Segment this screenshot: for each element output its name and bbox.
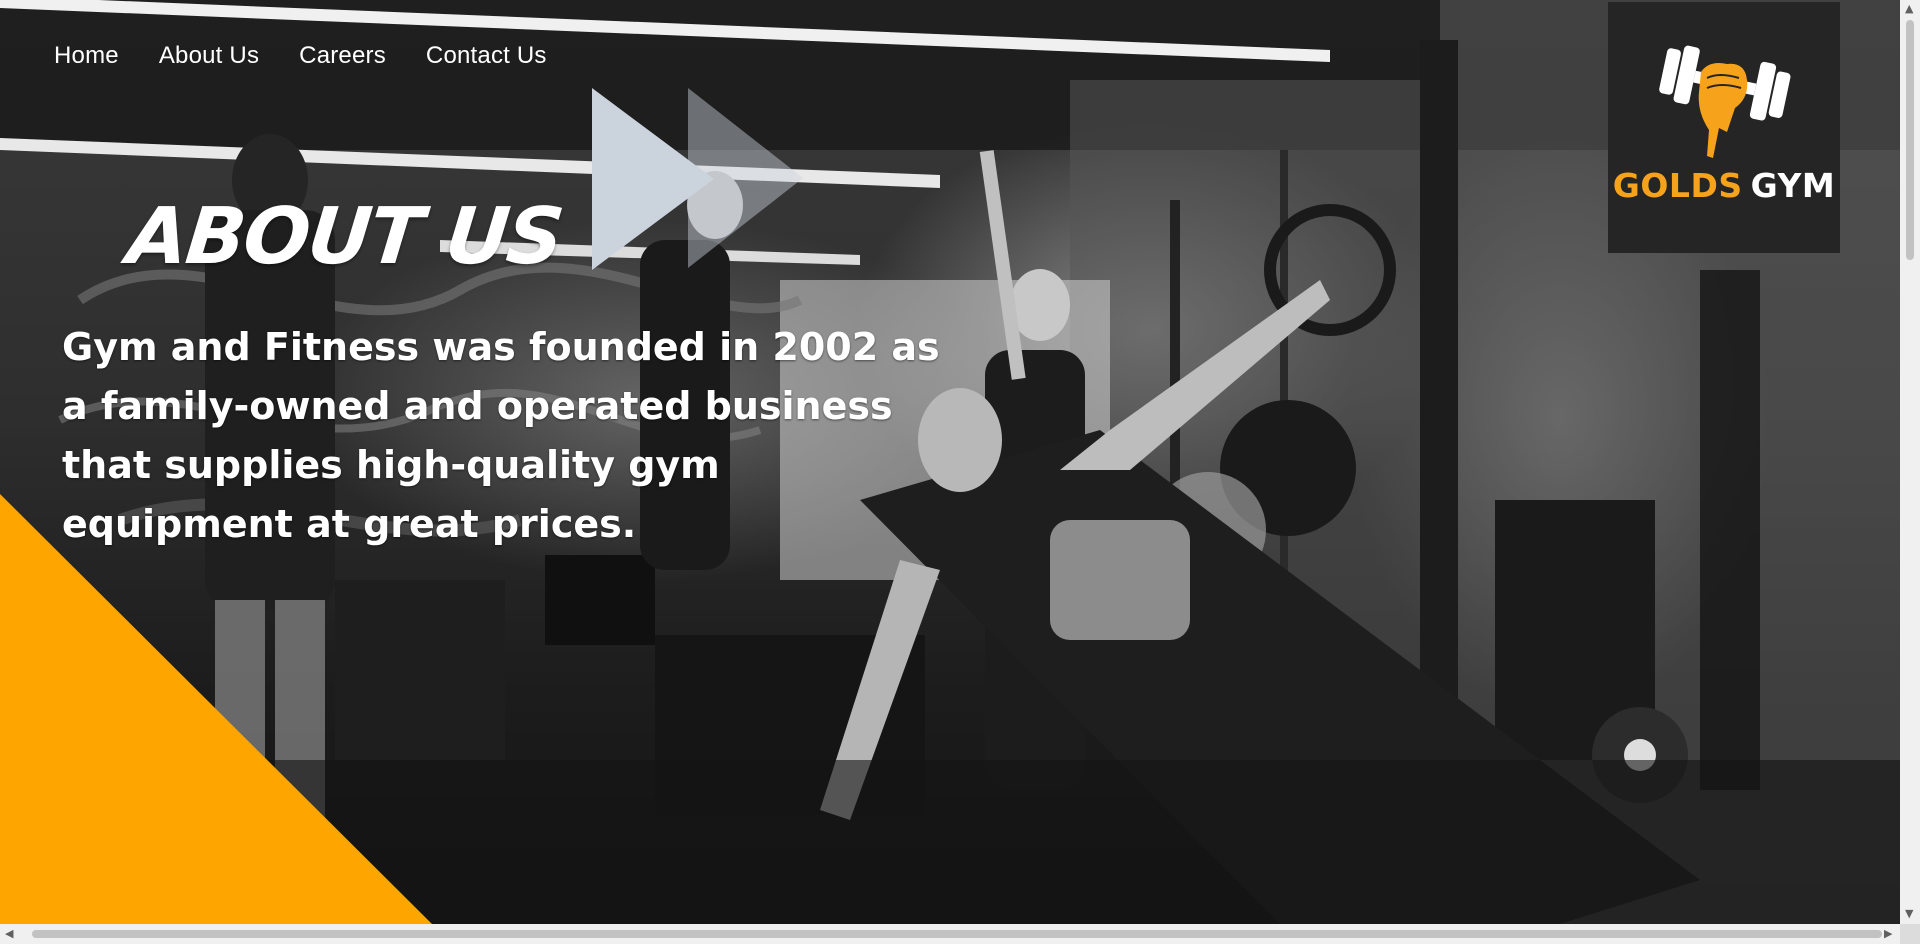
chevron-right-icon[interactable]: ▶ <box>1884 928 1892 940</box>
horizontal-scroll-thumb[interactable] <box>32 930 1882 938</box>
logo-word-golds: GOLDS <box>1612 166 1743 205</box>
chevron-left-icon[interactable]: ◀ <box>5 928 13 940</box>
page-title: ABOUT US <box>123 192 567 282</box>
nav-link-home[interactable]: Home <box>54 42 119 70</box>
nav-link-careers[interactable]: Careers <box>299 42 386 70</box>
vertical-scroll-thumb[interactable] <box>1906 20 1914 260</box>
nav-link-contact-us[interactable]: Contact Us <box>426 42 547 70</box>
about-description: Gym and Fitness was founded in 2002 as a… <box>62 325 940 546</box>
main-nav: Home About Us Careers Contact Us <box>54 42 547 70</box>
horizontal-scrollbar[interactable]: ◀ ▶ <box>0 924 1900 944</box>
hero-section: Home About Us Careers Contact Us ABOUT U… <box>0 0 1900 924</box>
dumbbell-fist-icon <box>1659 45 1791 158</box>
scrollbar-corner <box>1900 924 1920 944</box>
logo-word-gym: GYM <box>1750 166 1836 205</box>
nav-link-about-us[interactable]: About Us <box>159 42 259 70</box>
logo-wordmark: GOLDS GYM <box>1613 166 1835 205</box>
play-arrow-icon[interactable] <box>592 88 717 270</box>
chevron-down-icon[interactable]: ▼ <box>1905 908 1913 920</box>
chevron-up-icon[interactable]: ▲ <box>1905 3 1913 15</box>
vertical-scrollbar[interactable]: ▲ ▼ <box>1900 0 1920 924</box>
golds-gym-logo[interactable]: GOLDS GYM <box>1608 2 1840 253</box>
